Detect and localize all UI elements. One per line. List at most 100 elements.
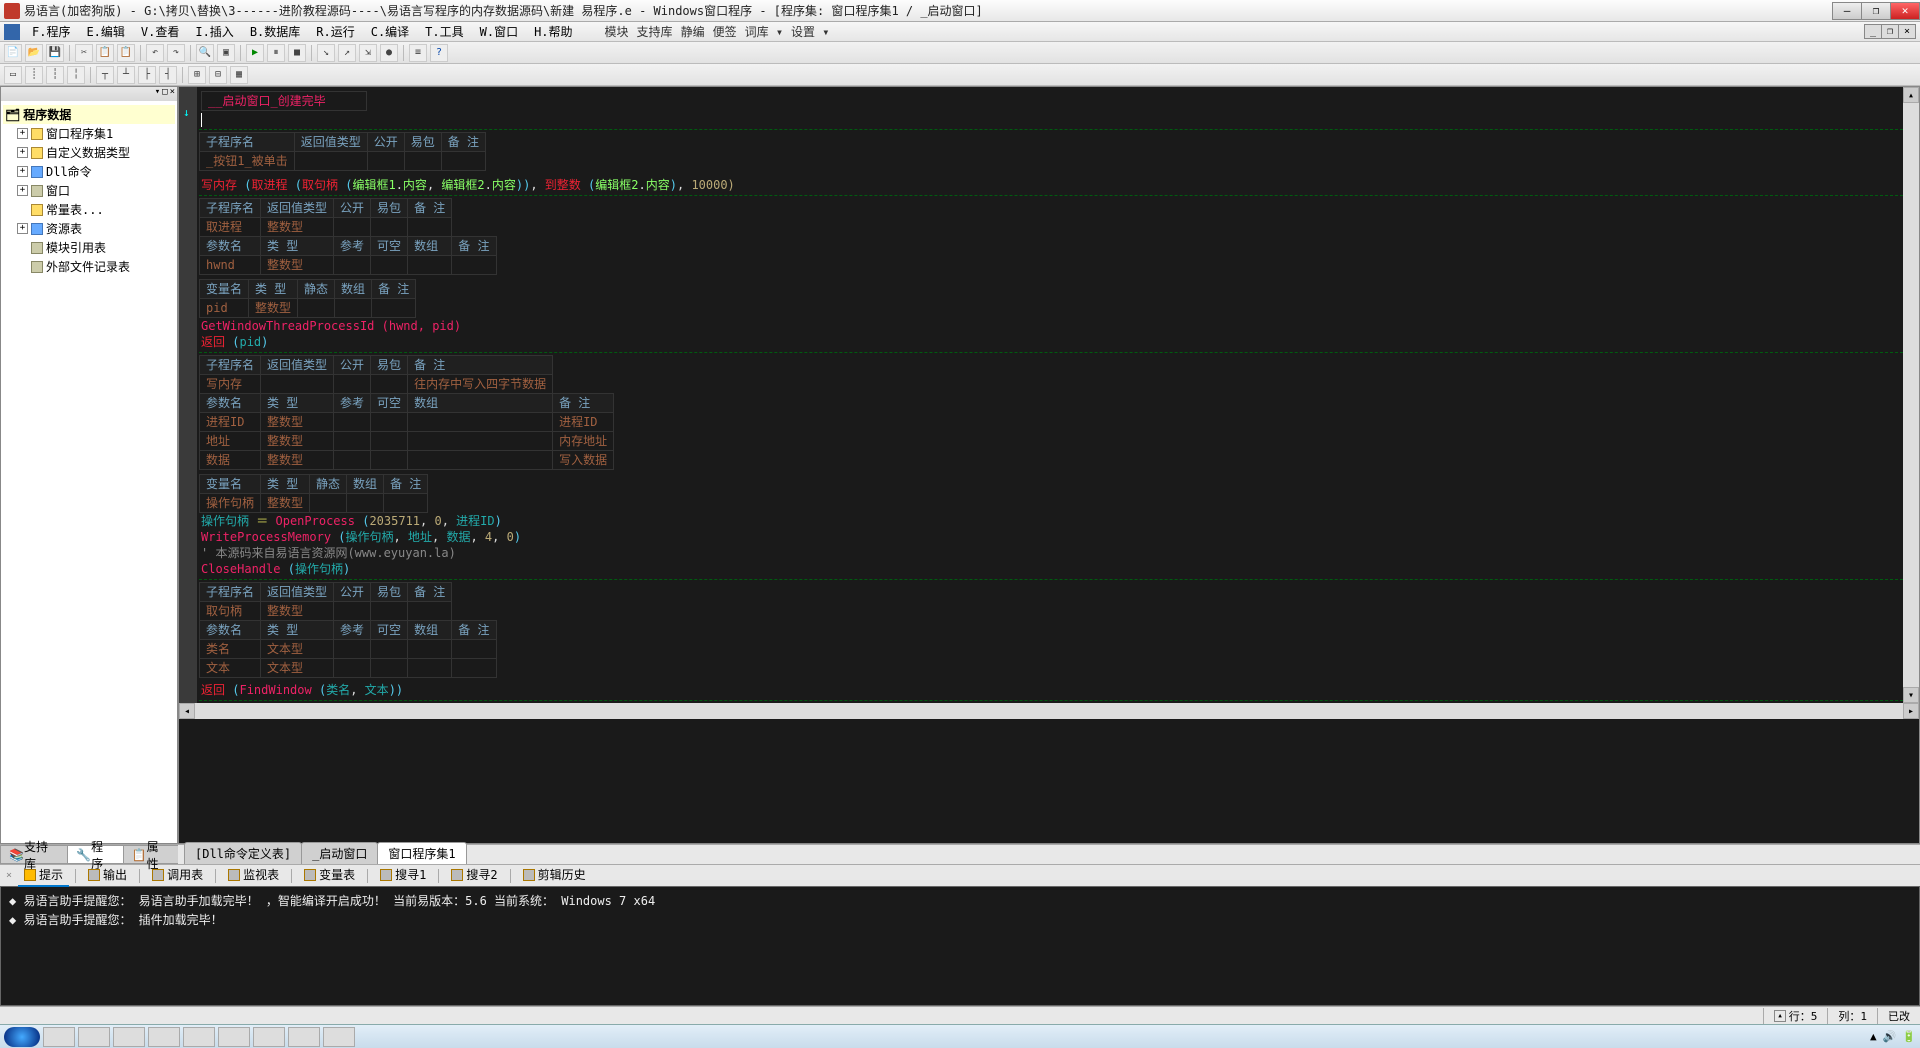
tb-undo[interactable]: ↶ bbox=[146, 44, 164, 62]
menu-help[interactable]: H.帮助 bbox=[526, 21, 580, 42]
tb2-11[interactable]: ▦ bbox=[230, 66, 248, 84]
btab-hint[interactable]: 提示 bbox=[18, 864, 69, 887]
doctab-start[interactable]: _启动窗口 bbox=[301, 842, 378, 864]
project-tree[interactable]: 🗂程序数据 +窗口程序集1 +自定义数据类型 +Dll命令 +窗口 常量表...… bbox=[1, 101, 177, 280]
tb-dict[interactable]: 词库 ▾ bbox=[745, 23, 783, 40]
tray-icon[interactable]: 🔋 bbox=[1902, 1030, 1916, 1043]
tb2-8[interactable]: ┤ bbox=[159, 66, 177, 84]
mdi-close[interactable]: × bbox=[1898, 24, 1916, 39]
menu-insert[interactable]: I.插入 bbox=[187, 21, 241, 42]
tree-winset[interactable]: +窗口程序集1 bbox=[3, 124, 175, 143]
tree-ext[interactable]: 外部文件记录表 bbox=[3, 257, 175, 276]
tb-cut[interactable]: ✂ bbox=[75, 44, 93, 62]
tb2-10[interactable]: ⊟ bbox=[209, 66, 227, 84]
tree-modref[interactable]: 模块引用表 bbox=[3, 238, 175, 257]
tb-lib[interactable]: 支持库 bbox=[637, 23, 673, 40]
menu-compile[interactable]: C.编译 bbox=[363, 21, 417, 42]
menu-view[interactable]: V.查看 bbox=[133, 21, 187, 42]
tb-redo[interactable]: ↷ bbox=[167, 44, 185, 62]
system-tray[interactable]: ▲ 🔊 🔋 bbox=[1870, 1030, 1916, 1043]
taskbar[interactable]: ▲ 🔊 🔋 bbox=[0, 1024, 1920, 1048]
mdi-restore[interactable]: ❐ bbox=[1881, 24, 1899, 39]
menu-window[interactable]: W.窗口 bbox=[472, 21, 526, 42]
tb2-7[interactable]: ├ bbox=[138, 66, 156, 84]
ltab-prop[interactable]: 📋 属性 bbox=[123, 845, 179, 864]
tb-compile[interactable]: 静编 bbox=[681, 23, 705, 40]
pin-icon[interactable]: × bbox=[6, 870, 12, 881]
scroll-left-icon[interactable]: ◂ bbox=[179, 703, 195, 719]
scroll-up-icon[interactable]: ▴ bbox=[1903, 87, 1919, 103]
output-panel[interactable]: 易语言助手提醒您： 易语言助手加载完毕！ ，智能编译开启成功！ 当前易版本：5.… bbox=[0, 886, 1920, 1006]
tb-new[interactable]: 📄 bbox=[4, 44, 22, 62]
task-icon[interactable] bbox=[183, 1027, 215, 1047]
task-icon[interactable] bbox=[288, 1027, 320, 1047]
scroll-down-icon[interactable]: ▾ bbox=[1903, 687, 1919, 703]
tree-res[interactable]: +资源表 bbox=[3, 219, 175, 238]
btab-var[interactable]: 变量表 bbox=[298, 864, 361, 887]
btab-find2[interactable]: 搜寻2 bbox=[445, 864, 503, 887]
btab-call[interactable]: 调用表 bbox=[146, 864, 209, 887]
task-icon[interactable] bbox=[218, 1027, 250, 1047]
tb2-9[interactable]: ⊞ bbox=[188, 66, 206, 84]
minimize-button[interactable]: — bbox=[1832, 2, 1862, 20]
tb-settings[interactable]: 设置 ▾ bbox=[791, 23, 829, 40]
tree-window[interactable]: +窗口 bbox=[3, 181, 175, 200]
task-icon[interactable] bbox=[253, 1027, 285, 1047]
btab-watch[interactable]: 监视表 bbox=[222, 864, 285, 887]
tb-paste[interactable]: 📋 bbox=[117, 44, 135, 62]
menu-edit[interactable]: E.编辑 bbox=[78, 21, 132, 42]
menu-run[interactable]: R.运行 bbox=[308, 21, 362, 42]
up-icon[interactable]: ▴ bbox=[1774, 1010, 1785, 1022]
close-button[interactable]: ✕ bbox=[1890, 2, 1920, 20]
tb-step3[interactable]: ⇲ bbox=[359, 44, 377, 62]
editor-vscroll[interactable]: ▴ ▾ bbox=[1903, 87, 1919, 703]
tb-run[interactable]: ▶ bbox=[246, 44, 264, 62]
ltab-lib[interactable]: 📚 支持库 bbox=[0, 845, 68, 864]
tb-step2[interactable]: ↗ bbox=[338, 44, 356, 62]
menu-tools[interactable]: T.工具 bbox=[417, 21, 471, 42]
tb-note[interactable]: 便签 bbox=[713, 23, 737, 40]
doctab-winset[interactable]: 窗口程序集1 bbox=[377, 842, 466, 864]
task-icon[interactable] bbox=[43, 1027, 75, 1047]
btab-clip[interactable]: 剪辑历史 bbox=[517, 864, 592, 887]
tb-find[interactable]: 🔍 bbox=[196, 44, 214, 62]
panel-btn1[interactable]: ▾ bbox=[155, 87, 160, 101]
tree-root[interactable]: 🗂程序数据 bbox=[3, 105, 175, 124]
tb-module[interactable]: 模块 bbox=[605, 23, 629, 40]
tb2-1[interactable]: ▭ bbox=[4, 66, 22, 84]
tb2-5[interactable]: ┬ bbox=[96, 66, 114, 84]
tree-const[interactable]: 常量表... bbox=[3, 200, 175, 219]
tb2-3[interactable]: ┆ bbox=[46, 66, 64, 84]
task-icon[interactable] bbox=[323, 1027, 355, 1047]
tb-book[interactable]: ≡ bbox=[409, 44, 427, 62]
task-icon[interactable] bbox=[148, 1027, 180, 1047]
tb2-4[interactable]: ╎ bbox=[67, 66, 85, 84]
panel-btn3[interactable]: × bbox=[170, 87, 175, 101]
maximize-button[interactable]: ❐ bbox=[1861, 2, 1891, 20]
menu-file[interactable]: F.程序 bbox=[24, 21, 78, 42]
menu-db[interactable]: B.数据库 bbox=[242, 21, 308, 42]
tb-pause[interactable]: ⏸ bbox=[267, 44, 285, 62]
tree-dll[interactable]: +Dll命令 bbox=[3, 162, 175, 181]
tb-open[interactable]: 📂 bbox=[25, 44, 43, 62]
task-icon[interactable] bbox=[78, 1027, 110, 1047]
tray-icon[interactable]: 🔊 bbox=[1883, 1030, 1897, 1043]
tb2-2[interactable]: ┊ bbox=[25, 66, 43, 84]
tray-icon[interactable]: ▲ bbox=[1870, 1030, 1877, 1043]
panel-btn2[interactable]: □ bbox=[162, 87, 167, 101]
start-button[interactable] bbox=[4, 1027, 40, 1047]
tree-custom[interactable]: +自定义数据类型 bbox=[3, 143, 175, 162]
tb-copy[interactable]: 📋 bbox=[96, 44, 114, 62]
ltab-prog[interactable]: 🔧 程序 bbox=[67, 845, 123, 864]
tb-help[interactable]: ? bbox=[430, 44, 448, 62]
scroll-right-icon[interactable]: ▸ bbox=[1903, 703, 1919, 719]
code-area[interactable]: ↓ __启动窗口_创建完毕 子程序名返回值类型公开易包备 注 _按钮1_被单击 … bbox=[179, 87, 1903, 703]
mdi-minimize[interactable]: _ bbox=[1864, 24, 1882, 39]
tb2-6[interactable]: ┴ bbox=[117, 66, 135, 84]
task-icon[interactable] bbox=[113, 1027, 145, 1047]
btab-out[interactable]: 输出 bbox=[82, 864, 133, 887]
btab-find1[interactable]: 搜寻1 bbox=[374, 864, 432, 887]
editor-hscroll[interactable]: ◂ ▸ bbox=[179, 703, 1919, 719]
tb-step1[interactable]: ↘ bbox=[317, 44, 335, 62]
tb-stop[interactable]: ■ bbox=[288, 44, 306, 62]
